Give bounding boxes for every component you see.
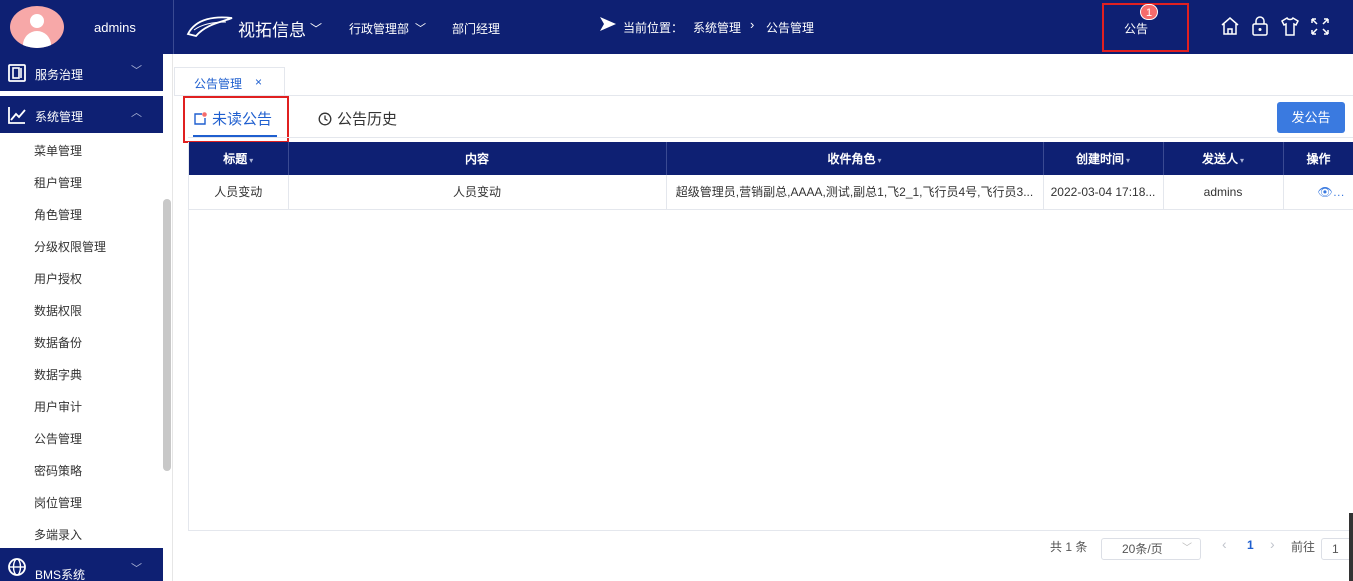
sidebar-item-multi-entry[interactable]: 多端录入 xyxy=(34,526,82,543)
breadcrumb-item: 公告管理 xyxy=(766,21,815,35)
top-bar: admins 视拓信息 ﹀ 行政管理部 ﹀ 部门经理 当前位置： 系统管理 › … xyxy=(0,0,1353,54)
globe-icon xyxy=(8,558,26,576)
column-header-created[interactable]: 创建时间 ▾ xyxy=(1043,142,1164,175)
location-label: 当前位置： xyxy=(623,21,684,35)
cell-sender: admins xyxy=(1163,175,1284,210)
eye-icon: 👁 xyxy=(1317,185,1333,200)
sidebar-item-password-policy[interactable]: 密码策略 xyxy=(34,462,82,479)
clock-icon xyxy=(318,112,332,125)
tab-divider xyxy=(174,95,1353,96)
home-icon[interactable] xyxy=(1220,15,1240,37)
department-selector[interactable]: 行政管理部 xyxy=(349,20,409,37)
sidebar-group-service[interactable]: 服务治理 ﹀ xyxy=(0,54,163,91)
user-block[interactable]: admins xyxy=(0,0,173,54)
column-header-sender[interactable]: 发送人 ▾ xyxy=(1163,142,1284,175)
sidebar-item-data-backup[interactable]: 数据备份 xyxy=(34,334,82,351)
book-icon xyxy=(8,64,26,82)
table-row[interactable]: 人员变动 人员变动 超级管理员,营销副总,AAAA,测试,副总1,飞2_1,飞行… xyxy=(189,175,1353,210)
page-size-select[interactable]: 20条/页 ﹀ xyxy=(1101,538,1201,560)
chevron-down-icon[interactable]: ﹀ xyxy=(415,20,426,36)
notice-badge: 1 xyxy=(1140,4,1158,20)
page-tab-notice[interactable]: 公告管理 × xyxy=(174,67,285,95)
chevron-down-icon: ﹀ xyxy=(1182,543,1192,554)
notice-table: 标题 ▾ 内容 收件角色 ▾ 创建时间 ▾ 发送人 ▾ 操作 人员变动 人员变动 超级管… xyxy=(188,142,1353,531)
sidebar-item-menu[interactable]: 菜单管理 xyxy=(34,142,82,159)
sidebar-item-role[interactable]: 角色管理 xyxy=(34,206,82,223)
cell-content: 人员变动 xyxy=(288,175,667,210)
lock-icon[interactable] xyxy=(1250,15,1270,37)
column-header-content[interactable]: 内容 xyxy=(288,142,667,175)
sidebar-item-notice[interactable]: 公告管理 xyxy=(34,430,82,447)
chevron-down-icon: ﹀ xyxy=(131,563,142,575)
column-header-title[interactable]: 标题 ▾ xyxy=(189,142,289,175)
shirt-icon[interactable] xyxy=(1280,15,1300,37)
trend-chart-icon xyxy=(8,107,26,124)
chevron-up-icon: ︿ xyxy=(131,107,142,119)
prev-page-icon[interactable]: ‹ xyxy=(1222,536,1227,552)
unread-icon xyxy=(194,111,207,125)
detail-link[interactable]: 👁详情 xyxy=(1283,175,1353,210)
sidebar-item-data-permission[interactable]: 数据权限 xyxy=(34,302,82,319)
sidebar-group-bms[interactable]: BMS系统 ﹀ xyxy=(0,548,163,581)
sidebar-item-user-audit[interactable]: 用户审计 xyxy=(34,398,82,415)
brand-name[interactable]: 视拓信息 xyxy=(238,16,306,41)
table-header-row: 标题 ▾ 内容 收件角色 ▾ 创建时间 ▾ 发送人 ▾ 操作 xyxy=(189,142,1353,175)
column-header-roles[interactable]: 收件角色 ▾ xyxy=(666,142,1044,175)
fullscreen-icon[interactable] xyxy=(1310,15,1330,37)
main-content: 公告管理 × 未读公告 公告历史 发公告 标题 ▾ 内容 收件角色 ▾ 创建时间… xyxy=(174,54,1353,581)
breadcrumb-item[interactable]: 系统管理 xyxy=(693,19,741,36)
logo-icon xyxy=(186,16,233,38)
page-scrollbar[interactable] xyxy=(1349,513,1353,581)
top-divider xyxy=(173,0,174,54)
sidebar-item-post[interactable]: 岗位管理 xyxy=(34,494,82,511)
tab-unread-notices[interactable]: 未读公告 xyxy=(193,108,272,129)
column-header-action: 操作 xyxy=(1283,142,1353,175)
chevron-down-icon: ﹀ xyxy=(131,65,142,77)
sidebar-group-system[interactable]: 系统管理 ︿ xyxy=(0,96,163,133)
chevron-down-icon[interactable]: ﹀ xyxy=(310,20,322,37)
page-number-current[interactable]: 1 xyxy=(1247,538,1254,552)
cell-roles: 超级管理员,营销副总,AAAA,测试,副总1,飞2_1,飞行员4号,飞行员3..… xyxy=(666,175,1044,210)
tab-notice-history[interactable]: 公告历史 xyxy=(318,108,397,129)
cell-created: 2022-03-04 17:18... xyxy=(1043,175,1164,210)
sidebar-item-tenant[interactable]: 租户管理 xyxy=(34,174,82,191)
next-page-icon[interactable]: › xyxy=(1270,536,1275,552)
cell-title: 人员变动 xyxy=(189,175,289,210)
close-icon[interactable]: × xyxy=(255,75,262,89)
username: admins xyxy=(94,20,136,35)
chevron-right-icon: › xyxy=(750,17,755,32)
sidebar-item-level-permission[interactable]: 分级权限管理 xyxy=(34,238,106,255)
avatar[interactable] xyxy=(10,6,64,48)
role-label: 部门经理 xyxy=(452,22,501,36)
sidebar-item-dictionary[interactable]: 数据字典 xyxy=(34,366,82,383)
sidebar: 服务治理 ﹀ 系统管理 ︿ 菜单管理 租户管理 角色管理 分级权限管理 用户授权… xyxy=(0,54,173,581)
sidebar-item-user-auth[interactable]: 用户授权 xyxy=(34,270,82,287)
sub-tab-divider xyxy=(188,137,1353,138)
location-arrow-icon xyxy=(600,17,616,31)
notice-button[interactable]: 公告 xyxy=(1124,20,1148,37)
pagination-total: 共 1 条 xyxy=(1050,540,1088,554)
publish-notice-button[interactable]: 发公告 xyxy=(1277,102,1345,133)
goto-label: 前往 xyxy=(1291,540,1316,554)
sidebar-scrollbar[interactable] xyxy=(163,199,171,471)
